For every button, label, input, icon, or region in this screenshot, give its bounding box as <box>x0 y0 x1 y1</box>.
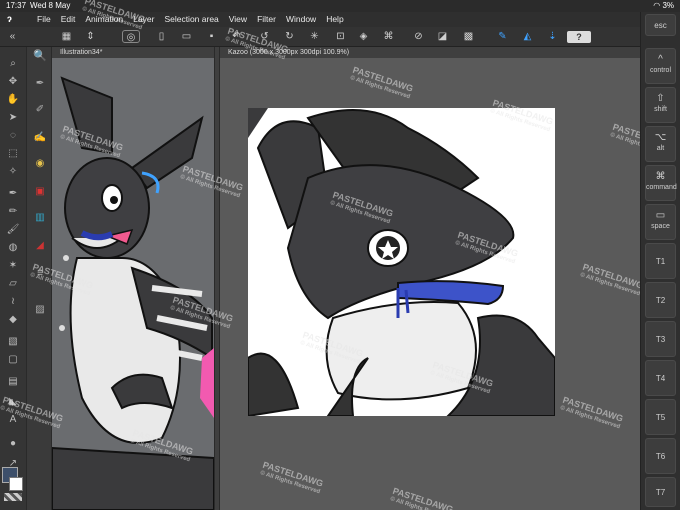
hand-icon[interactable]: ✋ <box>6 93 20 106</box>
sub-tool-pen-icon[interactable]: ✒ <box>33 77 47 91</box>
operation-icon[interactable]: ➤ <box>6 111 20 124</box>
wifi-icon: ◠ <box>653 1 661 10</box>
intermediate-color-icon[interactable]: ▥ <box>33 211 47 225</box>
command-bar: « ▦ ⇕ ◎ ▯ ▭ ▪ ↶ ↺ ↻ ✳ ⊡ ◈ ⌘ ⊘ ◪ ▩ ✎ ◭ ⇣ … <box>0 27 640 47</box>
pen-icon[interactable]: ✒ <box>6 187 20 200</box>
clip-studio-window: 17:37 Wed 8 May ◠ 3% ɂ File Edit Animati… <box>0 0 680 510</box>
menu-selection-area[interactable]: Selection area <box>159 12 223 27</box>
color-set-icon[interactable]: ▣ <box>33 185 47 199</box>
t2-key[interactable]: T2 <box>645 282 676 318</box>
open-file-icon[interactable]: ▭ <box>180 30 193 43</box>
t7-key[interactable]: T7 <box>645 477 676 507</box>
sub-color-swatch[interactable] <box>9 477 23 491</box>
fill-icon[interactable]: ◈ <box>357 30 370 43</box>
zoom-icon[interactable]: ⌕ <box>6 57 20 70</box>
status-battery: ◠ 3% <box>653 0 674 12</box>
sub-tool-marker-icon[interactable]: ✐ <box>33 103 47 117</box>
color-wheel-icon[interactable]: ◉ <box>33 157 47 171</box>
shift-key[interactable]: ⇧ shift <box>645 87 676 123</box>
approximate-color-icon[interactable]: ◢ <box>33 239 47 253</box>
command-key[interactable]: ⌘ command <box>645 165 677 201</box>
collapse-panel-icon[interactable]: « <box>6 30 19 43</box>
snap-ruler-icon[interactable]: ✎ <box>496 30 509 43</box>
t5-key[interactable]: T5 <box>645 399 676 435</box>
menu-filter[interactable]: Filter <box>252 12 281 27</box>
space-icon: ▭ <box>655 210 666 221</box>
balloon-icon[interactable]: ● <box>6 437 20 450</box>
alt-icon: ⌥ <box>654 132 667 143</box>
command-icon: ⌘ <box>655 171 666 182</box>
decoration-icon[interactable]: ✶ <box>6 259 20 272</box>
menu-file[interactable]: File <box>32 12 56 27</box>
blend-icon[interactable]: ≀ <box>6 295 20 308</box>
snap-grid-icon[interactable]: ▩ <box>462 30 475 43</box>
menu-items: File Edit Animation Layer Selection area… <box>32 12 349 27</box>
selection-outside-icon[interactable]: ⊘ <box>412 30 425 43</box>
snap-special-ruler-icon[interactable]: ◭ <box>521 30 534 43</box>
figure-icon[interactable]: ▢ <box>6 353 20 366</box>
alt-key[interactable]: ⌥ alt <box>645 126 676 162</box>
tool-palette: ⌕ ✥ ✋ ➤ ◌ ⬚ ✧ ✒ ✏ 🖌 ◍ ✶ ▱ ≀ ◆ ▧ ▢ ▤ ◣ A … <box>0 47 27 510</box>
move-icon[interactable]: ✥ <box>6 75 20 88</box>
search-icon[interactable]: 🔍 <box>33 49 47 63</box>
t6-key[interactable]: T6 <box>645 438 676 474</box>
status-time: 17:37 <box>6 1 27 10</box>
menu-help[interactable]: Help <box>321 12 348 27</box>
eyedropper-icon[interactable]: ✧ <box>6 165 20 178</box>
status-date: Wed 8 May <box>30 1 71 10</box>
t3-key[interactable]: T3 <box>645 321 676 357</box>
edge-keyboard-panel: esc ^ control ⇧ shift ⌥ alt ⌘ command ▭ space… <box>640 12 680 510</box>
gradient-icon[interactable]: ▧ <box>6 335 20 348</box>
deselect-icon[interactable]: ⌘ <box>382 30 395 43</box>
sub-tool-brush-icon[interactable]: ✍ <box>33 131 47 145</box>
eraser-icon[interactable]: ▱ <box>6 277 20 290</box>
menu-edit[interactable]: Edit <box>56 12 81 27</box>
t4-key[interactable]: T4 <box>645 360 676 396</box>
redo-icon[interactable]: ↻ <box>283 30 296 43</box>
select-icon[interactable]: ⬚ <box>6 147 20 160</box>
control-icon: ^ <box>658 54 663 65</box>
brush-icon[interactable]: 🖌 <box>6 223 20 236</box>
snap-grid-blue-icon[interactable]: ⇣ <box>546 30 559 43</box>
help-button[interactable]: ? <box>567 31 591 43</box>
space-key[interactable]: ▭ space <box>645 204 676 240</box>
pencil-icon[interactable]: ✏ <box>6 205 20 218</box>
invert-selection-icon[interactable]: ◪ <box>436 30 449 43</box>
airbrush-icon[interactable]: ◍ <box>6 241 20 254</box>
t1-key[interactable]: T1 <box>645 243 676 279</box>
transform-icon[interactable]: ⊡ <box>334 30 347 43</box>
menu-window[interactable]: Window <box>281 12 321 27</box>
frame-icon[interactable]: ▤ <box>6 375 20 388</box>
lasso-icon[interactable]: ◌ <box>6 129 20 142</box>
grid-menu-icon[interactable]: ▦ <box>60 30 73 43</box>
app-logo-icon[interactable]: ɂ <box>7 14 19 25</box>
scroll-arrows-icon[interactable]: ⇕ <box>84 30 97 43</box>
control-key[interactable]: ^ control <box>645 48 676 84</box>
transparent-color-icon[interactable] <box>4 493 22 501</box>
new-file-icon[interactable]: ▯ <box>155 30 168 43</box>
battery-percent: 3% <box>662 1 674 10</box>
layer-icon[interactable]: ▨ <box>33 303 47 317</box>
shift-icon: ⇧ <box>656 93 665 104</box>
fill-bucket-icon[interactable]: ◆ <box>6 313 20 326</box>
save-icon[interactable]: ▪ <box>205 30 218 43</box>
clear-icon[interactable]: ✳ <box>308 30 321 43</box>
menu-view[interactable]: View <box>224 12 252 27</box>
esc-key[interactable]: esc <box>645 14 676 36</box>
